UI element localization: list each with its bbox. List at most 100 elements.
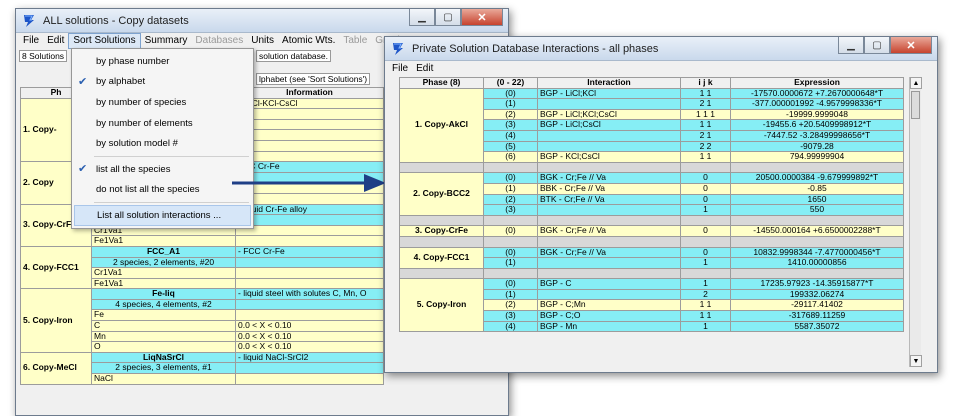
table-row[interactable]: 2. Copy-BCC2 (0) BGK - Cr;Fe // Va 0 20500.0… — [399, 172, 904, 216]
info-cell[interactable]: - liquid Cr-Fe alloy — [235, 203, 384, 216]
col-header-ijk[interactable]: i j k — [680, 77, 731, 89]
info-cell[interactable] — [235, 139, 384, 152]
menu-databases[interactable]: Databases — [191, 34, 247, 48]
ijk-cell[interactable]: 1 1 — [680, 87, 731, 100]
scroll-down-icon[interactable]: ▼ — [910, 355, 922, 367]
info-cell[interactable]: FCC Cr-Fe — [235, 161, 384, 173]
interactions-titlebar[interactable]: Private Solution Database Interactions -… — [385, 37, 937, 61]
ijk-cell[interactable]: 1 1 — [680, 151, 731, 163]
interaction-cell[interactable]: BGP - KCl;CsCl — [537, 151, 681, 163]
index-cell[interactable]: (0) — [483, 278, 538, 290]
info-cell[interactable]: 0.0 < X < 0.10 — [235, 330, 384, 343]
expression-cell[interactable]: -7447.52 -3.28499998656*T — [730, 129, 904, 142]
index-cell[interactable]: (6) — [483, 151, 538, 163]
info-cell[interactable] — [235, 256, 384, 269]
ijk-cell[interactable]: 2 1 — [680, 129, 731, 142]
vertical-scrollbar[interactable]: ▲ ▼ — [909, 77, 922, 367]
ijk-cell[interactable]: 0 — [680, 246, 731, 259]
expression-cell[interactable]: -19455.6 +20.5409998912*T — [730, 119, 904, 131]
info-cell[interactable] — [235, 277, 384, 290]
sort-menu-item-by-number-of-elements[interactable]: by number of elements — [72, 113, 253, 134]
info-cell[interactable] — [235, 118, 384, 131]
sort-menu-item-by-phase-number[interactable]: by phase number — [72, 51, 253, 72]
index-cell[interactable]: (5) — [483, 140, 538, 153]
species-cell[interactable]: Fe — [91, 309, 236, 322]
interaction-cell[interactable] — [537, 204, 681, 216]
minimize-button[interactable]: ▁ — [409, 9, 435, 26]
expression-cell[interactable]: 20500.0000384 -9.679999892*T — [730, 172, 904, 184]
info-cell[interactable] — [235, 150, 384, 163]
ijk-cell[interactable]: 2 2 — [680, 140, 731, 153]
table-row[interactable]: 4. Copy-FCC1 (0) BGK - Cr;Fe // Va 0 10832.9… — [399, 246, 904, 269]
phase-cell[interactable]: 1. Copy-AkCl — [399, 87, 484, 163]
info-cell[interactable] — [235, 267, 384, 279]
interaction-cell[interactable]: BGP - C — [537, 278, 681, 290]
species-cell[interactable]: Mn — [91, 330, 236, 343]
phase-cell[interactable]: 2. Copy-BCC2 — [399, 172, 484, 216]
menu-sort-solutions[interactable]: Sort Solutions — [68, 33, 141, 49]
col-header-interaction[interactable]: Interaction — [537, 77, 681, 89]
index-cell[interactable]: (1) — [483, 98, 538, 110]
info-cell[interactable]: - liquid NaCl-SrCl2 — [235, 351, 384, 364]
interaction-cell[interactable]: BGP - LiCl;CsCl — [537, 119, 681, 131]
scroll-up-icon[interactable]: ▲ — [910, 77, 922, 89]
interaction-cell[interactable] — [537, 98, 681, 110]
ijk-cell[interactable]: 1 1 1 — [680, 108, 731, 121]
interaction-cell[interactable]: BGK - Cr;Fe // Va — [537, 225, 681, 237]
expression-cell[interactable]: 199332.06274 — [730, 288, 904, 301]
info-cell[interactable] — [235, 224, 384, 237]
interaction-cell[interactable]: BGP - C;O — [537, 310, 681, 322]
table-row[interactable]: 3. Copy-CrFe (0) BGK - Cr;Fe // Va 0 -14550.… — [399, 225, 904, 237]
interaction-cell[interactable] — [537, 257, 681, 269]
maximize-button[interactable]: ▢ — [864, 37, 890, 54]
table-row[interactable]: 5. Copy-Iron (0) BGP - C 1 17235.97923 -14.3… — [399, 278, 904, 333]
col-header-information[interactable]: Information — [235, 87, 384, 99]
species-cell[interactable]: Cr1Va1 — [91, 267, 236, 279]
info-cell[interactable] — [235, 309, 384, 322]
interaction-cell[interactable] — [537, 288, 681, 301]
table-row[interactable]: 5. Copy-Iron Fe-liq - liquid steel with so… — [20, 288, 384, 353]
phase-cell[interactable]: 5. Copy-Iron — [20, 288, 92, 353]
expression-cell[interactable]: 1650 — [730, 193, 904, 206]
info-cell[interactable] — [235, 214, 384, 226]
ijk-cell[interactable]: 1 1 — [680, 119, 731, 131]
phase-cell[interactable]: 6. Copy-MeCl — [20, 351, 92, 385]
interaction-cell[interactable] — [537, 140, 681, 153]
menu-edit[interactable]: Edit — [43, 34, 68, 48]
scroll-thumb[interactable] — [911, 91, 920, 119]
ijk-cell[interactable]: 1 — [680, 204, 731, 216]
species-cell[interactable]: 4 species, 4 elements, #2 — [91, 298, 236, 311]
interaction-cell[interactable]: BBK - Cr;Fe // Va — [537, 182, 681, 195]
sort-menu-item-list-all-the-species[interactable]: ✔ list all the species — [72, 159, 253, 180]
info-cell[interactable]: - FCC Cr-Fe — [235, 245, 384, 258]
index-cell[interactable]: (0) — [483, 246, 538, 259]
interaction-cell[interactable]: BGP - LiCl;KCl;CsCl — [537, 108, 681, 121]
menu-file[interactable]: File — [388, 62, 412, 76]
ijk-cell[interactable]: 1 1 — [680, 299, 731, 312]
col-header-index[interactable]: (0 - 22) — [483, 77, 538, 89]
phase-cell[interactable]: 5. Copy-Iron — [399, 278, 484, 333]
species-cell[interactable]: 2 species, 2 elements, #20 — [91, 256, 236, 269]
expression-cell[interactable]: 550 — [730, 204, 904, 216]
index-cell[interactable]: (2) — [483, 193, 538, 206]
menu-edit[interactable]: Edit — [412, 62, 437, 76]
expression-cell[interactable]: -19999.9999048 — [730, 108, 904, 121]
close-button[interactable]: ✕ — [890, 37, 932, 54]
info-cell[interactable] — [235, 235, 384, 247]
species-cell[interactable]: O — [91, 341, 236, 353]
species-cell[interactable]: Fe-liq — [91, 288, 236, 300]
index-cell[interactable]: (2) — [483, 108, 538, 121]
expression-cell[interactable]: -377.000001992 -4.9579998336*T — [730, 98, 904, 110]
species-cell[interactable]: NaCl — [91, 373, 236, 385]
index-cell[interactable]: (0) — [483, 172, 538, 184]
ijk-cell[interactable]: 0 — [680, 172, 731, 184]
species-cell[interactable]: 2 species, 3 elements, #1 — [91, 362, 236, 375]
interaction-cell[interactable]: BGK - Cr;Fe // Va — [537, 246, 681, 259]
menu-file[interactable]: File — [19, 34, 43, 48]
table-row[interactable]: 4. Copy-FCC1 FCC_A1- FCC Cr-Fe — [20, 245, 384, 290]
ijk-cell[interactable]: 1 — [680, 320, 731, 333]
sort-menu-item-do-not-list-all-the-species[interactable]: do not list all the species — [72, 180, 253, 201]
info-cell[interactable]: 0.0 < X < 0.10 — [235, 341, 384, 353]
menu-units[interactable]: Units — [247, 34, 278, 48]
info-cell[interactable] — [235, 373, 384, 385]
